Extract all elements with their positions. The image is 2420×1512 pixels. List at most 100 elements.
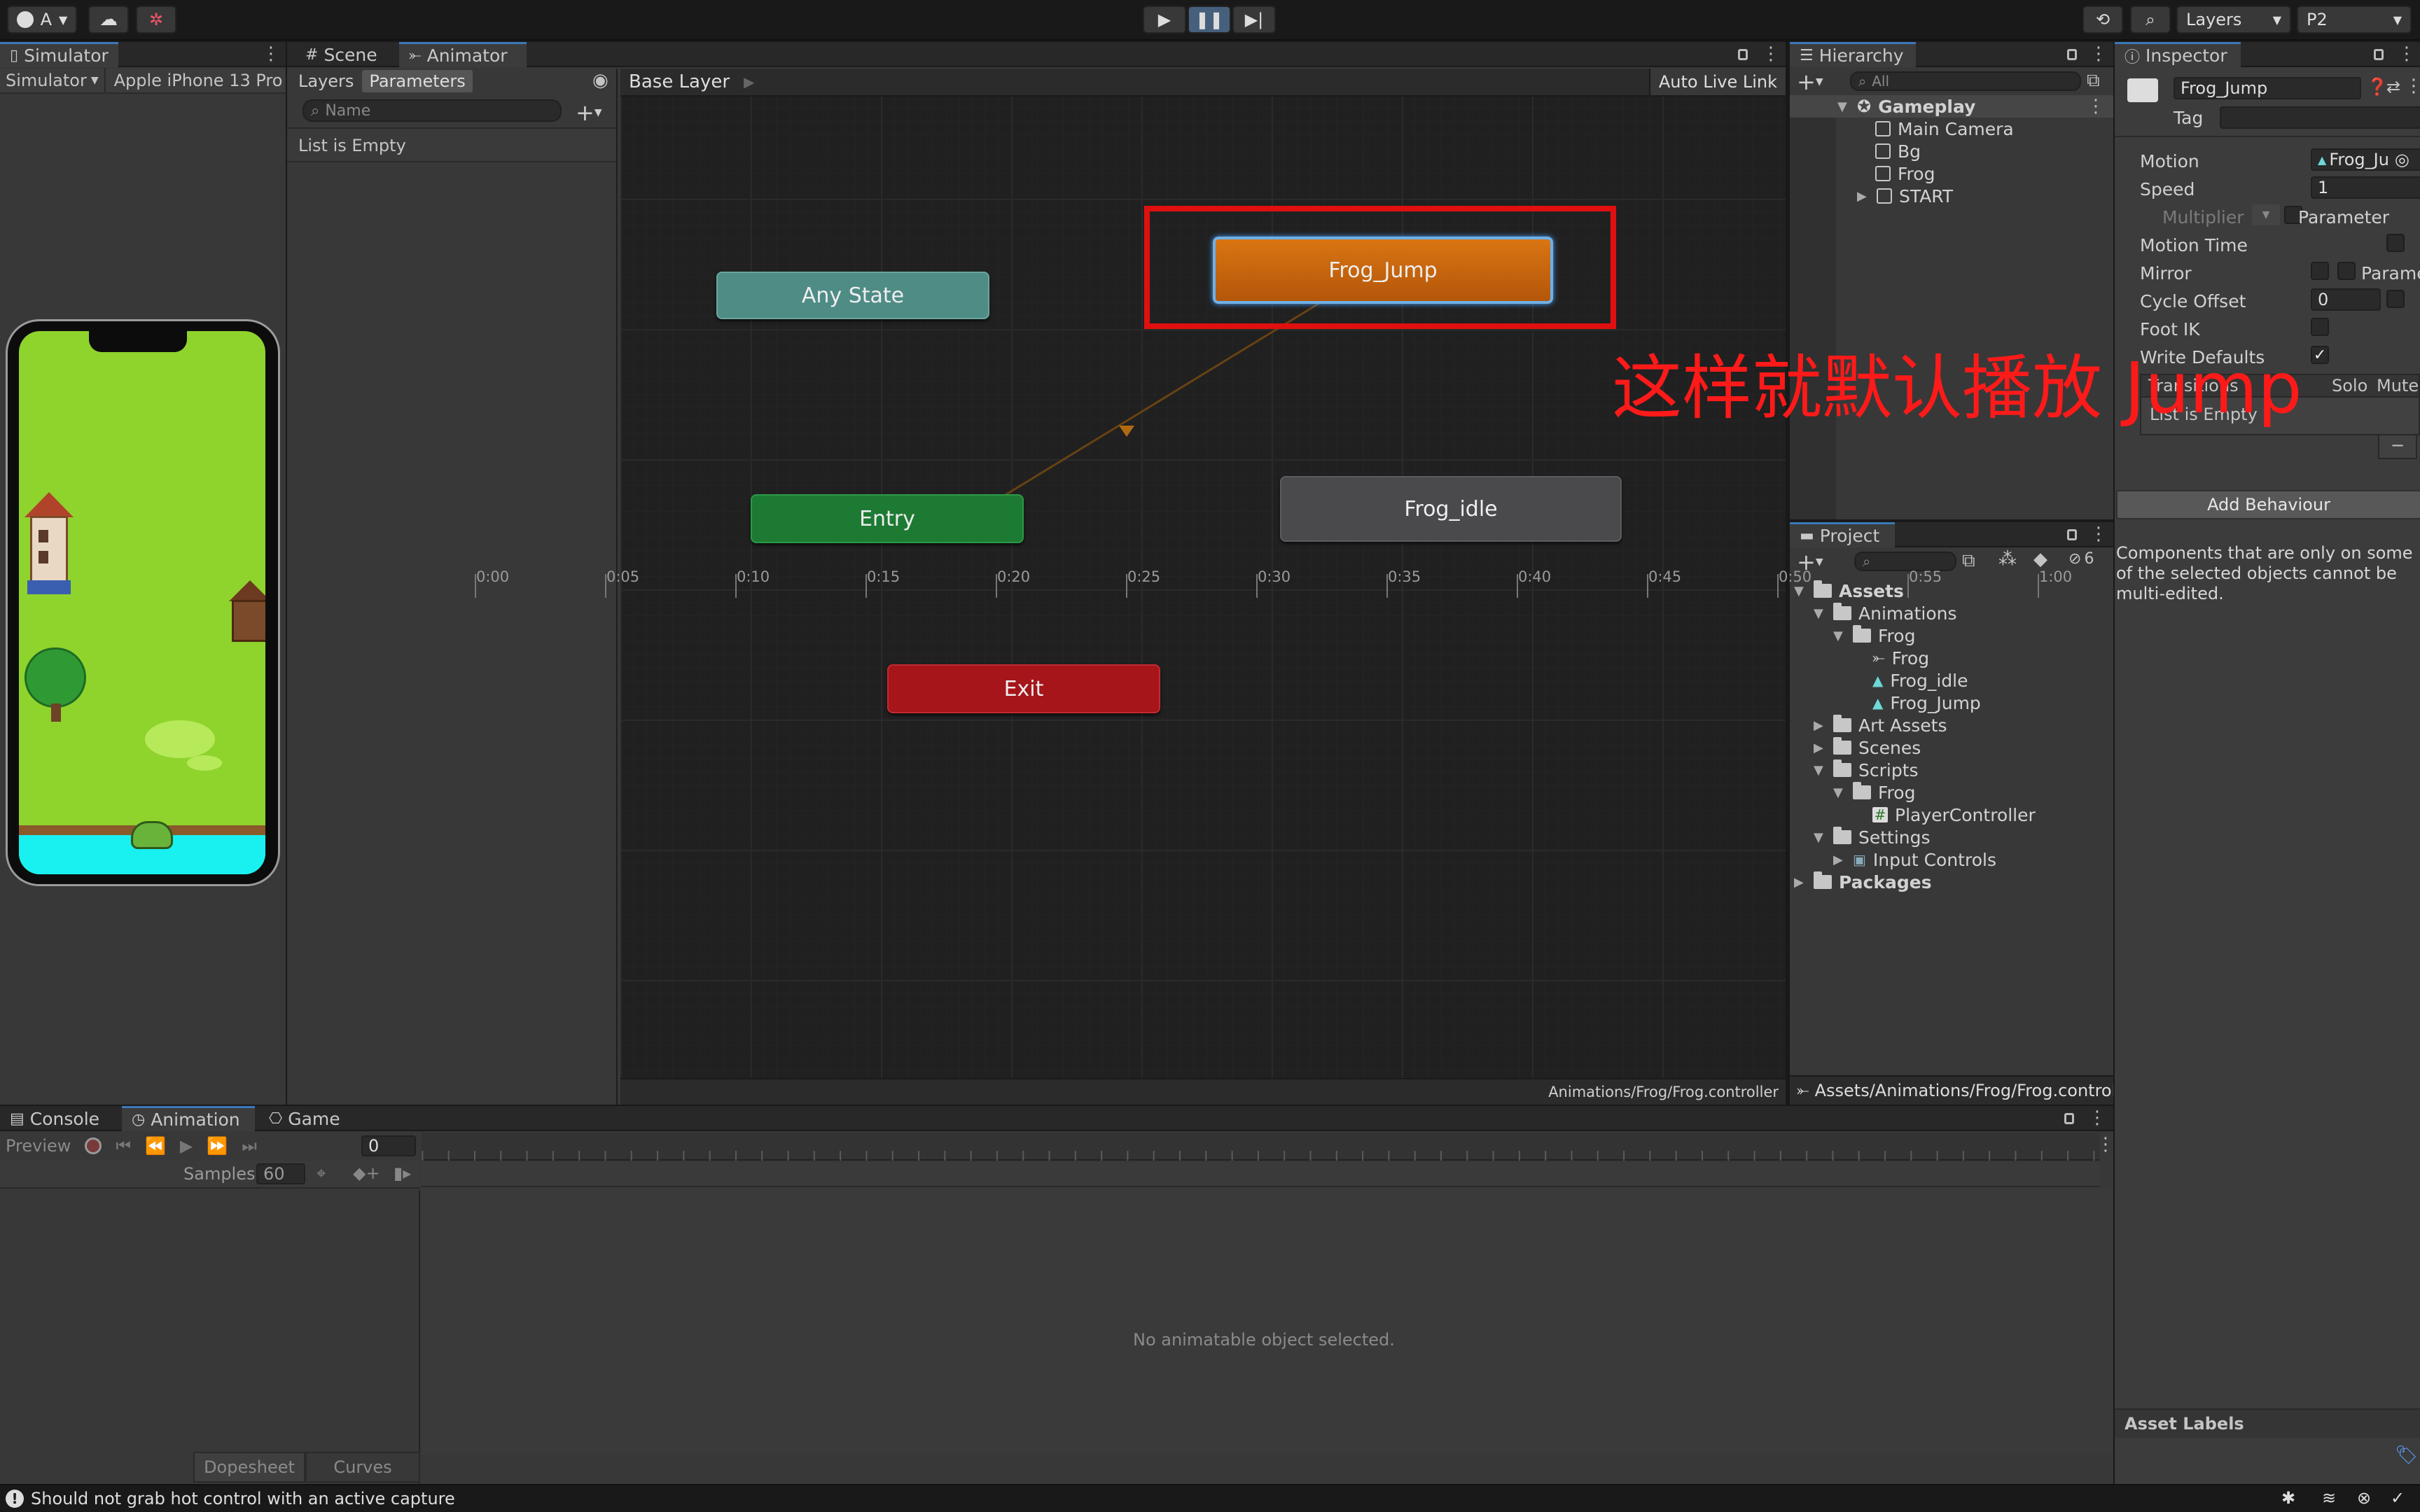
expand-arrow-icon[interactable]: ▼ bbox=[1833, 785, 1846, 800]
crosshair-icon[interactable]: ⌖ bbox=[317, 1163, 326, 1183]
tab-simulator[interactable]: ▯ Simulator bbox=[0, 42, 118, 67]
dopesheet-area[interactable]: No animatable object selected. bbox=[422, 1189, 2113, 1455]
state-name-field[interactable]: Frog_Jump bbox=[2174, 77, 2361, 99]
prev-key-icon[interactable]: ⏪ bbox=[145, 1136, 166, 1156]
multiplier-dropdown[interactable]: ▼ bbox=[2252, 204, 2280, 225]
expand-arrow-icon[interactable]: ▶ bbox=[1794, 875, 1807, 890]
hierarchy-item[interactable]: Main Camera bbox=[1875, 118, 2014, 140]
step-button[interactable]: ▶| bbox=[1232, 6, 1276, 34]
search-button[interactable]: ⌕ bbox=[2130, 6, 2171, 34]
project-item-player-controller[interactable]: # PlayerController bbox=[1872, 804, 2036, 826]
search-scope-icon[interactable]: ⧉ bbox=[2087, 70, 2100, 92]
play-icon[interactable]: ▶ bbox=[180, 1136, 193, 1156]
add-behaviour-button[interactable]: Add Behaviour bbox=[2116, 490, 2420, 519]
object-picker-icon[interactable]: ◎ bbox=[2395, 150, 2409, 169]
tab-console[interactable]: ▤ Console bbox=[0, 1106, 109, 1131]
tab-layers[interactable]: Layers bbox=[293, 70, 359, 92]
curves-tab[interactable]: Curves bbox=[305, 1452, 420, 1483]
tab-game[interactable]: ⎔ Game bbox=[259, 1106, 350, 1131]
panel-menu-icon[interactable]: ⋮ bbox=[2398, 43, 2416, 64]
project-item-frog-jump[interactable]: ▲ Frog_Jump bbox=[1872, 692, 1981, 714]
project-item-frog-folder[interactable]: ▼ Frog bbox=[1833, 624, 1915, 647]
tag-field[interactable] bbox=[2220, 106, 2420, 129]
search-scope-icon[interactable]: ⧉ bbox=[1962, 550, 1975, 572]
record-icon[interactable] bbox=[85, 1138, 102, 1154]
more-options-icon[interactable]: ⋮ bbox=[2405, 76, 2420, 97]
device-dropdown[interactable]: Apple iPhone 13 Pro M bbox=[106, 71, 286, 90]
expand-arrow-icon[interactable]: ▶ bbox=[1833, 853, 1846, 867]
foot-ik-checkbox[interactable] bbox=[2311, 318, 2329, 336]
mirror-parameter-checkbox[interactable] bbox=[2337, 262, 2356, 280]
timeline-ruler[interactable] bbox=[422, 1133, 2099, 1161]
scene-row[interactable]: ▼ ✪ Gameplay ⋮ bbox=[1790, 95, 2113, 118]
history-button[interactable]: ⟲ bbox=[2082, 6, 2123, 34]
pause-button[interactable]: ❚❚ bbox=[1188, 6, 1231, 34]
filter-type-icon[interactable]: ⁂ bbox=[1998, 549, 2017, 570]
tab-hierarchy[interactable]: ☰ Hierarchy bbox=[1790, 42, 1916, 67]
frame-field[interactable]: 0 bbox=[361, 1135, 416, 1156]
expand-arrow-icon[interactable]: ▼ bbox=[1833, 629, 1846, 643]
last-key-icon[interactable]: ⏭ bbox=[242, 1136, 257, 1156]
project-item-scripts-frog[interactable]: ▼ Frog bbox=[1833, 781, 1915, 804]
panel-menu-icon[interactable]: ⋮ bbox=[2089, 524, 2108, 545]
progress-check-icon[interactable]: ✓ bbox=[2391, 1488, 2405, 1508]
layout-dropdown[interactable]: P2 ▼ bbox=[2297, 6, 2412, 34]
lock-icon[interactable] bbox=[2067, 529, 2077, 540]
cache-icon[interactable]: ≋ bbox=[2322, 1488, 2336, 1508]
samples-field[interactable]: 60 bbox=[256, 1163, 305, 1184]
account-dropdown[interactable]: A ▼ bbox=[7, 6, 77, 34]
state-any-state[interactable]: Any State bbox=[716, 272, 989, 319]
panel-menu-icon[interactable]: ⋮ bbox=[1762, 43, 1780, 64]
expand-arrow-icon[interactable]: ▼ bbox=[1814, 606, 1826, 621]
dopesheet-tab[interactable]: Dopesheet bbox=[193, 1452, 305, 1483]
add-event-icon[interactable]: ▮▸ bbox=[394, 1163, 411, 1183]
debug-icon[interactable]: ✱ bbox=[2281, 1488, 2295, 1508]
project-item-animations[interactable]: ▼ Animations bbox=[1814, 602, 1956, 624]
project-item-art-assets[interactable]: ▶ Art Assets bbox=[1814, 714, 1947, 736]
game-view[interactable] bbox=[19, 331, 265, 874]
lock-icon[interactable] bbox=[2374, 49, 2384, 60]
expand-arrow-icon[interactable]: ▼ bbox=[1814, 763, 1826, 778]
hierarchy-item[interactable]: Frog bbox=[1875, 162, 1935, 185]
lock-icon[interactable] bbox=[2064, 1113, 2074, 1124]
tab-scene[interactable]: # Scene bbox=[295, 42, 387, 67]
tab-inspector[interactable]: ⓘ Inspector bbox=[2115, 42, 2241, 67]
motion-time-checkbox[interactable] bbox=[2386, 234, 2405, 252]
write-defaults-checkbox[interactable]: ✓ bbox=[2311, 346, 2329, 364]
lock-icon[interactable] bbox=[2067, 49, 2077, 60]
project-item-packages[interactable]: ▶ Packages bbox=[1794, 871, 1932, 893]
scene-menu-icon[interactable]: ⋮ bbox=[2087, 96, 2105, 117]
tab-project[interactable]: ▬ Project bbox=[1790, 522, 1895, 547]
expand-arrow-icon[interactable]: ▼ bbox=[1794, 584, 1807, 598]
hierarchy-add-button[interactable]: + ▼ bbox=[1797, 69, 1823, 95]
cycle-offset-parameter-checkbox[interactable] bbox=[2386, 290, 2405, 308]
motion-field[interactable]: ▲ Frog_Ju ◎ bbox=[2311, 148, 2420, 171]
help-icon[interactable]: ❓ bbox=[2367, 77, 2388, 97]
mirror-checkbox[interactable] bbox=[2311, 262, 2329, 280]
hierarchy-item[interactable]: Bg bbox=[1875, 140, 1921, 162]
speed-field[interactable]: 1 bbox=[2311, 176, 2420, 199]
cycle-offset-field[interactable]: 0 bbox=[2311, 288, 2381, 311]
next-key-icon[interactable]: ⏩ bbox=[207, 1136, 228, 1156]
expand-arrow-icon[interactable]: ▼ bbox=[1837, 99, 1850, 114]
project-item-settings[interactable]: ▼ Settings bbox=[1814, 826, 1931, 848]
project-item-input-controls[interactable]: ▶ ▣ Input Controls bbox=[1833, 848, 1996, 871]
status-message[interactable]: Should not grab hot control with an acti… bbox=[31, 1489, 455, 1508]
expand-arrow-icon[interactable]: ▶ bbox=[1857, 189, 1870, 204]
parameter-search-input[interactable]: ⌕ Name bbox=[302, 99, 562, 122]
state-frog-idle[interactable]: Frog_idle bbox=[1280, 476, 1622, 542]
panel-menu-icon[interactable]: ⋮ bbox=[262, 43, 280, 64]
state-exit[interactable]: Exit bbox=[887, 664, 1160, 713]
project-item-scenes[interactable]: ▶ Scenes bbox=[1814, 736, 1921, 759]
label-tag-icon[interactable]: 🏷 bbox=[2395, 1445, 2418, 1466]
tab-parameters[interactable]: Parameters bbox=[362, 70, 473, 92]
timeline-menu-icon[interactable]: ⋮ bbox=[2096, 1134, 2115, 1155]
settings-sliders-icon[interactable]: ⇄ bbox=[2386, 77, 2400, 97]
add-parameter-button[interactable]: + ▼ bbox=[576, 99, 602, 126]
add-keyframe-icon[interactable]: ◆+ bbox=[353, 1163, 380, 1183]
project-item-frog-idle[interactable]: ▲ Frog_idle bbox=[1872, 669, 1968, 692]
filter-label-icon[interactable]: ◆ bbox=[2033, 549, 2047, 570]
simulator-mode-dropdown[interactable]: Simulator ▼ bbox=[0, 68, 106, 93]
expand-arrow-icon[interactable]: ▶ bbox=[1814, 741, 1826, 755]
lock-icon[interactable] bbox=[1738, 49, 1748, 60]
